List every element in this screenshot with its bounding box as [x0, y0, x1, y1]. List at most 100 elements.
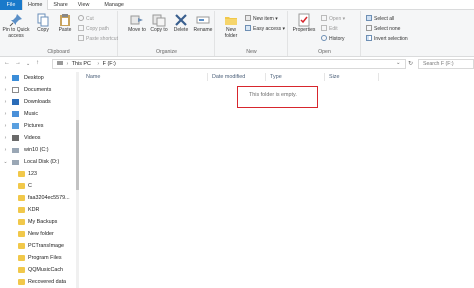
nav-item-folder-new-folder[interactable]: New folder	[0, 229, 76, 239]
tab-view[interactable]: View	[73, 0, 95, 10]
nav-item-drive-c[interactable]: › win10 (C:)	[0, 145, 76, 155]
chevron-right-icon: ›	[4, 147, 7, 153]
delete-button[interactable]: Delete	[172, 13, 190, 34]
organize-group-label: Organize	[155, 49, 178, 55]
chevron-down-icon: ⌄	[26, 61, 31, 67]
nav-item-folder-pctransimage[interactable]: PCTransImage	[0, 241, 76, 251]
tab-file[interactable]: File	[0, 0, 22, 10]
address-dropdown[interactable]: ⌄	[396, 60, 401, 66]
chevron-down-icon: ▾	[275, 16, 278, 22]
breadcrumb-drive-f[interactable]: F (F:)	[103, 61, 116, 67]
chevron-right-icon: ›	[4, 75, 7, 81]
column-divider[interactable]	[378, 73, 379, 81]
tab-share[interactable]: Share	[48, 0, 72, 10]
chevron-down-icon: ⌄	[3, 159, 8, 165]
tab-manage[interactable]: Manage	[94, 0, 128, 10]
rename-button[interactable]: Rename	[193, 13, 213, 34]
address-bar[interactable]: › This PC › F (F:)	[52, 59, 406, 69]
nav-item-downloads[interactable]: › Downloads	[0, 97, 76, 107]
history-icon	[321, 35, 327, 41]
cut-button[interactable]: Cut	[78, 15, 94, 22]
scissors-icon	[78, 15, 84, 21]
desktop-icon	[12, 75, 19, 81]
copy-to-button[interactable]: Copy to	[149, 13, 169, 34]
select-none-icon	[366, 25, 372, 31]
recent-locations-button[interactable]: ⌄	[26, 61, 30, 67]
breadcrumb-this-pc[interactable]: This PC	[72, 61, 91, 67]
nav-item-videos[interactable]: › Videos	[0, 133, 76, 143]
move-to-button[interactable]: Move to	[127, 13, 147, 34]
new-folder-button[interactable]: New folder	[220, 13, 242, 39]
nav-item-folder-123[interactable]: 123	[0, 169, 76, 179]
back-button[interactable]: ←	[4, 60, 10, 66]
easy-access-icon	[245, 25, 251, 31]
breadcrumb-separator: ›	[97, 61, 100, 67]
column-type[interactable]: Type	[270, 74, 282, 80]
easy-access-button[interactable]: Easy access ▾	[245, 25, 285, 32]
nav-item-folder-program-files[interactable]: Program Files	[0, 253, 76, 263]
refresh-icon: ↻	[408, 61, 414, 67]
copy-to-icon	[152, 14, 166, 27]
folder-icon	[18, 243, 25, 249]
nav-item-folder-faa[interactable]: faa3204ec5579...	[0, 193, 76, 203]
select-all-icon	[366, 15, 372, 21]
pin-quick-access-button[interactable]: Pin to Quick access	[1, 13, 31, 39]
column-size[interactable]: Size	[329, 74, 340, 80]
invert-selection-button[interactable]: Invert selection	[366, 35, 408, 42]
column-divider[interactable]	[265, 73, 266, 81]
documents-icon	[12, 87, 19, 93]
nav-item-music[interactable]: › Music	[0, 109, 76, 119]
new-group: New folder New item ▾ Easy access ▾ New	[216, 11, 288, 56]
copy-button[interactable]: Copy	[34, 13, 52, 34]
nav-item-folder-qqmusiccach[interactable]: QQMusicCach	[0, 265, 76, 275]
nav-scrollbar-thumb[interactable]	[76, 120, 79, 190]
up-button[interactable]: ↑	[36, 60, 39, 66]
navigation-pane: › Desktop › Documents › Downloads › Musi…	[0, 72, 76, 288]
chevron-right-icon: ›	[4, 123, 7, 129]
folder-icon	[18, 231, 25, 237]
nav-item-documents[interactable]: › Documents	[0, 85, 76, 95]
chevron-right-icon: ›	[4, 87, 7, 93]
refresh-button[interactable]: ↻	[408, 60, 413, 67]
nav-item-folder-c[interactable]: C	[0, 181, 76, 191]
address-row: ← → ⌄ ↑ › This PC › F (F:) ⌄ ↻ Search F …	[0, 58, 474, 70]
search-input[interactable]: Search F (F:)	[418, 59, 474, 69]
drive-icon	[12, 148, 19, 153]
nav-item-desktop[interactable]: › Desktop	[0, 73, 76, 83]
select-group: Select all Select none Invert selection	[362, 11, 442, 56]
copy-path-button[interactable]: Copy path	[78, 25, 109, 32]
column-date-modified[interactable]: Date modified	[212, 74, 245, 80]
column-divider[interactable]	[207, 73, 208, 81]
paste-button[interactable]: Paste	[55, 13, 75, 34]
nav-item-folder-recovered-data[interactable]: Recovered data	[0, 277, 76, 287]
pin-icon	[9, 14, 22, 27]
open-button[interactable]: Open ▾	[321, 15, 345, 22]
chevron-down-icon: ▾	[282, 26, 285, 32]
copy-icon	[37, 13, 49, 27]
edit-button[interactable]: Edit	[321, 25, 338, 32]
folder-icon	[18, 171, 25, 177]
rename-icon	[196, 16, 210, 24]
select-all-button[interactable]: Select all	[366, 15, 394, 22]
nav-item-folder-my-backups[interactable]: My Backups	[0, 217, 76, 227]
paste-shortcut-button[interactable]: Paste shortcut	[78, 35, 118, 42]
forward-button[interactable]: →	[15, 60, 21, 66]
ribbon-tabs: File Home Share View Manage	[0, 0, 474, 11]
column-divider[interactable]	[324, 73, 325, 81]
history-button[interactable]: History	[321, 35, 345, 42]
select-none-button[interactable]: Select none	[366, 25, 400, 32]
chevron-down-icon: ⌄	[396, 60, 401, 66]
new-item-button[interactable]: New item ▾	[245, 15, 278, 22]
download-icon	[12, 99, 19, 105]
properties-button[interactable]: Properties	[291, 13, 317, 34]
highlight-box	[237, 86, 318, 108]
properties-icon	[298, 13, 310, 27]
drive-icon	[12, 160, 19, 165]
nav-item-pictures[interactable]: › Pictures	[0, 121, 76, 131]
chevron-right-icon: ›	[4, 135, 7, 141]
organize-group: Move to Copy to Delete Rename Organize	[119, 11, 215, 56]
folder-icon	[18, 267, 25, 273]
nav-item-folder-kdr[interactable]: KDR	[0, 205, 76, 215]
nav-item-drive-d[interactable]: ⌄ Local Disk (D:)	[0, 157, 76, 167]
column-name[interactable]: Name	[86, 74, 100, 80]
